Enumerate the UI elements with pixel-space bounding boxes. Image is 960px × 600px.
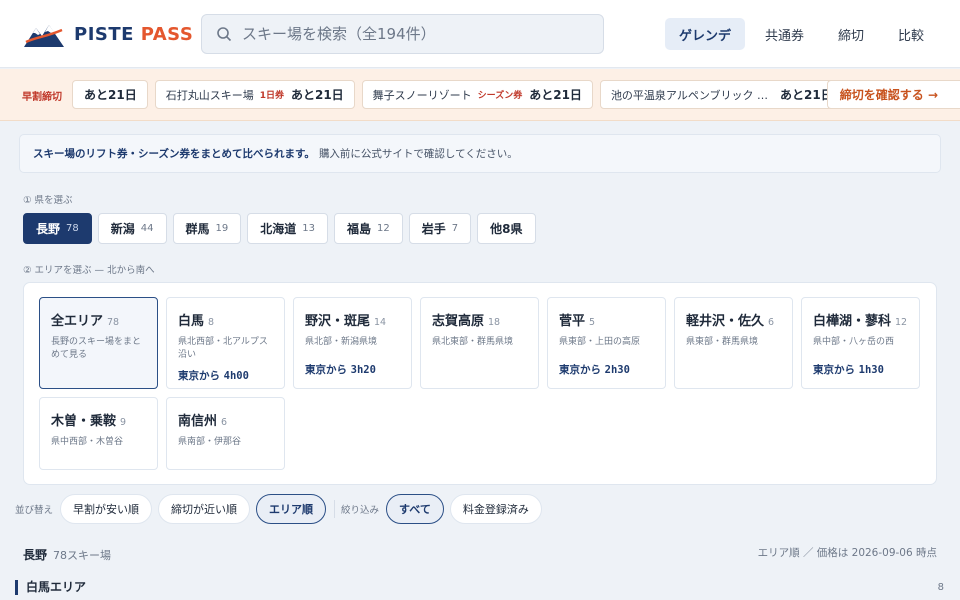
nav-item-deadline[interactable]: 締切 [824,18,878,50]
prefecture-chips: 長野 78 新潟 44 群馬 19 北海道 13 福島 12 岩手 7 他8県 [23,213,536,244]
sort-early-price[interactable]: 早割が安い順 [60,494,153,524]
filter-label: 絞り込み [341,505,380,516]
pref-chip-niigata[interactable]: 新潟 44 [97,213,167,244]
ticker-item[interactable]: 舞子スノーリゾート シーズン券 あと21日 [361,80,593,109]
filter-all[interactable]: すべて [386,494,444,524]
pref-chip-gunma[interactable]: 群馬 19 [172,213,242,244]
area-card-minamishinshu[interactable]: 南信州 6 県南部・伊那谷 [166,397,285,470]
mountain-logo-icon [24,25,64,47]
nav-item-compare[interactable]: 比較 [884,18,938,50]
pref-chip-nagano[interactable]: 長野 78 [23,213,92,244]
filter-priced[interactable]: 料金登録済み [449,494,542,524]
step-select-prefecture: ① 県を選ぶ [23,195,73,206]
area-card-kiso[interactable]: 木曽・乗鞍 9 県中西部・木曽谷 [39,397,158,470]
check-deadlines-link[interactable]: 締切を確認する → [826,80,960,109]
ticker-item[interactable]: 池の平温泉アルペンブリック … あと21日 [599,80,844,109]
pref-chip-fukushima[interactable]: 福島 12 [334,213,403,244]
app-header: PISTE PASS ゲレンデ 共通券 締切 比較 [0,0,960,68]
deadline-ticker: 早割締切 あと21日 石打丸山スキー場 1日券 あと21日 舞子スノーリゾート … [0,69,960,121]
ticker-item[interactable]: 石打丸山スキー場 1日券 あと21日 [154,80,355,109]
sort-label: 並び替え [15,505,54,516]
search-box[interactable] [201,14,604,54]
search-input[interactable] [242,25,582,43]
divider [334,500,336,518]
brand-logo[interactable]: PISTE PASS [22,20,193,48]
results-title: 長野 78スキー場 [23,548,112,562]
nav-item-slopes[interactable]: ゲレンデ [664,18,745,50]
step-select-area: ② エリアを選ぶ — 北から南へ [23,265,155,276]
ticker-track: あと21日 石打丸山スキー場 1日券 あと21日 舞子スノーリゾート シーズン券… [72,80,844,109]
brand-name: PISTE PASS [74,23,194,45]
sort-filter-bar: 並び替え 早割が安い順 締切が近い順 エリア順 絞り込み すべて 料金登録済み [15,494,548,524]
search-icon [217,27,232,42]
area-card-shirakaba[interactable]: 白樺湖・蓼科 12 県中部・八ヶ岳の西 東京から 1h30 [801,297,920,389]
main-nav: ゲレンデ 共通券 締切 比較 [659,18,938,50]
sort-area[interactable]: エリア順 [256,494,327,524]
sort-deadline[interactable]: 締切が近い順 [158,494,251,524]
area-card-nozawa[interactable]: 野沢・斑尾 14 県北部・新潟県境 東京から 3h20 [293,297,412,389]
area-card-sugadaira[interactable]: 菅平 5 県東部・上田の高原 東京から 2h30 [547,297,666,389]
results-meta: エリア順 ／ 価格は 2026-09-06 時点 [757,547,937,559]
info-notice: スキー場のリフト券・シーズン券をまとめて比べられます。 購入前に公式サイトで確認… [19,134,941,173]
area-card-karuizawa[interactable]: 軽井沢・佐久 6 県東部・群馬県境 [674,297,793,389]
area-group-count: 8 [937,582,944,593]
ticker-label: 早割締切 [22,92,62,103]
area-group-heading: 白馬エリア [15,580,86,595]
area-card-all[interactable]: 全エリア 78 長野のスキー場をまとめて見る [39,297,158,389]
pref-chip-others[interactable]: 他8県 [477,213,536,244]
area-card-hakuba[interactable]: 白馬 8 県北西部・北アルプス沿い 東京から 4h00 [166,297,285,389]
pref-chip-iwate[interactable]: 岩手 7 [408,213,472,244]
area-card-shiga[interactable]: 志賀高原 18 県北東部・群馬県境 [420,297,539,389]
pref-chip-hokkaido[interactable]: 北海道 13 [247,213,328,244]
nav-item-common-pass[interactable]: 共通券 [751,18,818,50]
area-panel: 全エリア 78 長野のスキー場をまとめて見る 白馬 8 県北西部・北アルプス沿い 東… [23,282,937,485]
ticker-item[interactable]: あと21日 [72,80,148,109]
